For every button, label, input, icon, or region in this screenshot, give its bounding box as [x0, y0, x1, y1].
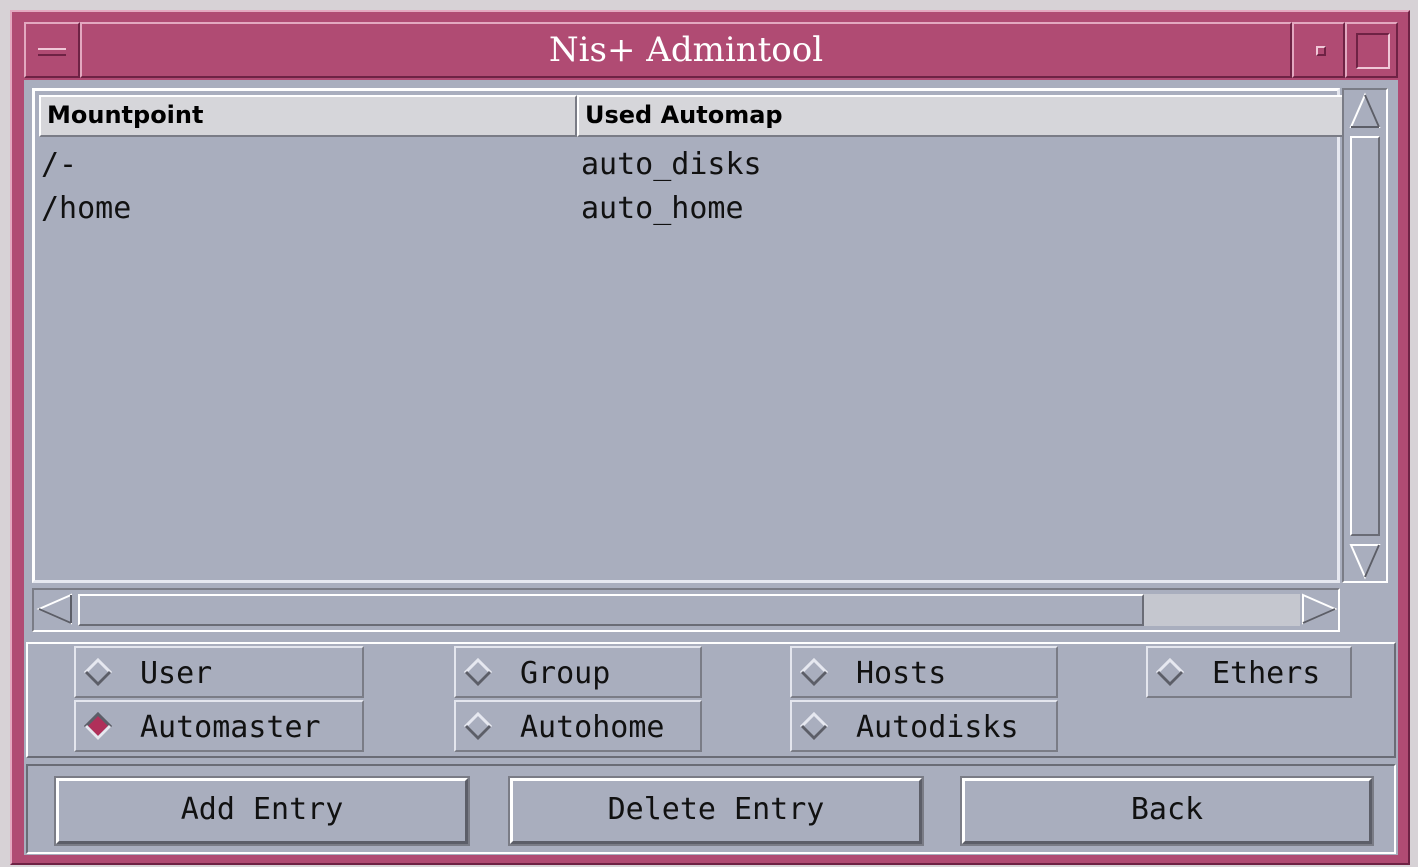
- column-header-mountpoint[interactable]: Mountpoint: [39, 95, 577, 137]
- radio-unselected-icon: [84, 658, 112, 686]
- automount-list[interactable]: Mountpoint Used Automap /- auto_disks /h…: [32, 88, 1345, 583]
- action-button-bar: Add Entry Delete Entry Back: [26, 764, 1396, 854]
- radio-unselected-icon: [1156, 658, 1184, 686]
- radio-user[interactable]: User: [74, 646, 364, 698]
- cell-used-automap: auto_home: [581, 191, 744, 226]
- radio-unselected-icon: [464, 658, 492, 686]
- table-type-selector: User Group Hosts Ethers Automaster Autoh…: [26, 642, 1396, 758]
- vertical-scrollbar[interactable]: [1342, 88, 1388, 583]
- scroll-down-arrow-icon[interactable]: [1349, 542, 1381, 580]
- delete-entry-button[interactable]: Delete Entry: [508, 776, 924, 846]
- radio-hosts[interactable]: Hosts: [790, 646, 1058, 698]
- radio-group[interactable]: Group: [454, 646, 702, 698]
- scroll-left-arrow-icon[interactable]: [36, 592, 74, 626]
- window-menu-button[interactable]: [24, 22, 80, 78]
- minimize-icon: [1316, 46, 1326, 56]
- scroll-up-arrow-icon[interactable]: [1349, 92, 1381, 130]
- radio-autohome[interactable]: Autohome: [454, 700, 702, 752]
- radio-unselected-icon: [464, 712, 492, 740]
- cell-mountpoint: /home: [41, 191, 132, 226]
- radio-unselected-icon: [800, 658, 828, 686]
- radio-selected-icon: [84, 712, 112, 740]
- cell-mountpoint: /-: [41, 147, 78, 182]
- client-area: Mountpoint Used Automap /- auto_disks /h…: [24, 80, 1398, 855]
- list-rows: /- auto_disks /home auto_home: [41, 143, 1331, 231]
- back-button[interactable]: Back: [960, 776, 1374, 846]
- maximize-button[interactable]: [1345, 22, 1398, 78]
- minimize-button[interactable]: [1292, 22, 1345, 78]
- radio-ethers[interactable]: Ethers: [1146, 646, 1352, 698]
- vertical-scroll-thumb[interactable]: [1350, 136, 1380, 536]
- cell-used-automap: auto_disks: [581, 147, 762, 182]
- radio-label: Autohome: [520, 710, 665, 745]
- radio-label: Automaster: [140, 710, 321, 745]
- horizontal-scrollbar[interactable]: [32, 588, 1340, 632]
- window-title[interactable]: Nis+ Admintool: [80, 22, 1292, 78]
- table-row[interactable]: /home auto_home: [41, 187, 1331, 231]
- horizontal-scroll-thumb[interactable]: [78, 594, 1144, 626]
- radio-label: User: [140, 656, 213, 691]
- radio-unselected-icon: [800, 712, 828, 740]
- table-row[interactable]: /- auto_disks: [41, 143, 1331, 187]
- radio-label: Group: [520, 656, 611, 691]
- scroll-right-arrow-icon[interactable]: [1300, 592, 1338, 626]
- add-entry-button[interactable]: Add Entry: [54, 776, 470, 846]
- radio-label: Ethers: [1212, 656, 1321, 691]
- list-header: Mountpoint Used Automap: [39, 95, 1345, 137]
- radio-automaster[interactable]: Automaster: [74, 700, 364, 752]
- maximize-icon: [1356, 33, 1390, 69]
- column-header-used-automap[interactable]: Used Automap: [577, 95, 1345, 137]
- window-menu-icon: [38, 48, 66, 56]
- radio-autodisks[interactable]: Autodisks: [790, 700, 1058, 752]
- radio-label: Autodisks: [856, 710, 1019, 745]
- title-bar[interactable]: Nis+ Admintool: [24, 22, 1398, 78]
- radio-label: Hosts: [856, 656, 947, 691]
